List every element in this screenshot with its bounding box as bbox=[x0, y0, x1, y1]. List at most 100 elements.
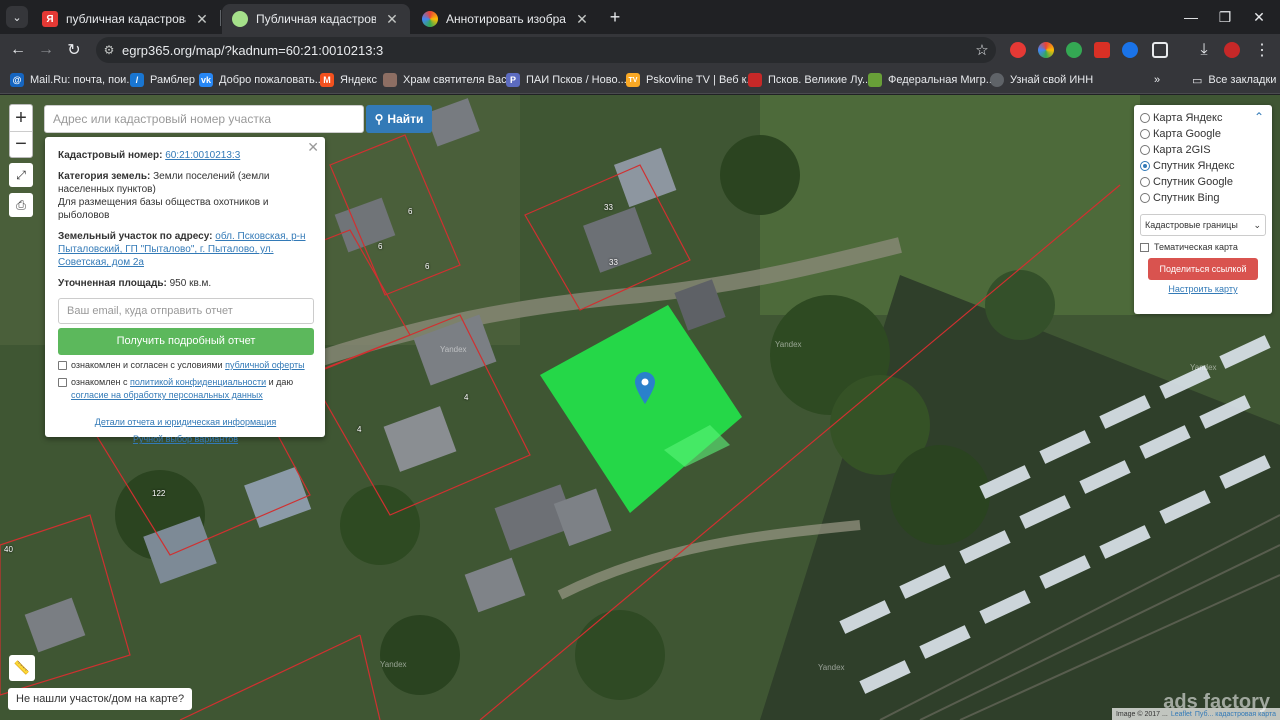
bookmark-item[interactable]: Псков. Великие Лу... bbox=[748, 72, 871, 88]
all-bookmarks[interactable]: ▭ Все закладки bbox=[1192, 72, 1276, 88]
manual-selection-link[interactable]: Ручной выбор вариантов bbox=[133, 434, 238, 444]
tab-1[interactable]: Я публичная кадастровая карта ✕ bbox=[32, 4, 220, 34]
download-icon[interactable]: ⤓ bbox=[1192, 38, 1216, 62]
radio-button[interactable] bbox=[1140, 129, 1150, 139]
bookmark-item[interactable]: P ПАИ Псков / Ново... bbox=[506, 72, 627, 88]
offer-link[interactable]: публичной оферты bbox=[225, 360, 305, 370]
privacy-policy-link[interactable]: политикой конфиденциальности bbox=[130, 377, 266, 387]
address-label: Земельный участок по адресу: bbox=[58, 231, 213, 242]
extension-green-icon[interactable] bbox=[1066, 42, 1082, 58]
forward-arrow-icon[interactable]: → bbox=[34, 38, 58, 62]
bookmark-item[interactable]: @ Mail.Ru: почта, пои... bbox=[10, 72, 136, 88]
cadastral-number-link[interactable]: 60:21:0010213:3 bbox=[165, 150, 240, 161]
layer-option[interactable]: Спутник Яндекс bbox=[1140, 158, 1266, 174]
not-found-button[interactable]: Не нашли участок/дом на карте? bbox=[8, 688, 193, 710]
configure-map-link[interactable]: Настроить карту bbox=[1140, 284, 1266, 294]
bookmark-item[interactable]: M Яндекс bbox=[320, 72, 377, 88]
back-arrow-icon[interactable]: ← bbox=[6, 38, 30, 62]
offer-text: ознакомлен и согласен с условиями bbox=[71, 360, 223, 370]
extension-s-icon[interactable] bbox=[1094, 42, 1110, 58]
search-button[interactable]: ⚲ Найти bbox=[366, 105, 432, 133]
layer-option[interactable]: Карта Google bbox=[1140, 126, 1266, 142]
profile-avatar[interactable] bbox=[1224, 42, 1240, 58]
report-details-link[interactable]: Детали отчета и юридическая информация bbox=[95, 417, 276, 427]
area-label: Уточненная площадь: bbox=[58, 278, 167, 289]
radio-button[interactable] bbox=[1140, 177, 1150, 187]
minimize-icon[interactable]: — bbox=[1176, 6, 1206, 28]
layer-option[interactable]: Карта 2GIS bbox=[1140, 142, 1266, 158]
layer-option-label: Карта 2GIS bbox=[1153, 144, 1211, 156]
layer-option[interactable]: Карта Яндекс bbox=[1140, 110, 1266, 126]
search-input[interactable] bbox=[44, 105, 364, 133]
close-tab-icon[interactable]: ✕ bbox=[384, 11, 400, 28]
extension-c-icon[interactable] bbox=[1122, 42, 1138, 58]
rambler-icon: / bbox=[130, 73, 144, 87]
offer-checkbox[interactable] bbox=[58, 361, 67, 370]
fullscreen-icon[interactable]: ⤢ bbox=[9, 163, 33, 187]
bookmark-item[interactable]: Узнай свой ИНН bbox=[990, 72, 1093, 88]
pskov-icon bbox=[748, 73, 762, 87]
tab-3[interactable]: Аннотировать изображение ✕ bbox=[412, 4, 600, 34]
close-tab-icon[interactable]: ✕ bbox=[194, 11, 210, 28]
folder-icon: ▭ bbox=[1192, 74, 1203, 87]
leaflet-link[interactable]: Leaflet bbox=[1171, 711, 1192, 718]
attribution-link[interactable]: Пуб... кадастровая карта bbox=[1195, 711, 1276, 718]
new-tab-button[interactable]: + bbox=[604, 6, 626, 28]
consent-link[interactable]: согласие на обработку персональных данны… bbox=[71, 390, 263, 400]
privacy-checkbox[interactable] bbox=[58, 378, 67, 387]
layer-option-label: Карта Яндекс bbox=[1153, 112, 1223, 124]
get-report-button[interactable]: Получить подробный отчет bbox=[58, 328, 314, 355]
bookmark-star-icon[interactable]: ☆ bbox=[968, 41, 996, 59]
bookmark-label: Узнай свой ИНН bbox=[1010, 74, 1094, 86]
extension-red-icon[interactable] bbox=[1010, 42, 1026, 58]
extensions-puzzle-icon[interactable] bbox=[1152, 42, 1168, 58]
bookmark-item[interactable]: / Рамблер bbox=[130, 72, 195, 88]
email-field[interactable] bbox=[58, 298, 314, 324]
parcel-number-label: 40 bbox=[4, 545, 13, 554]
bookmark-item[interactable]: Федеральная Мигр... bbox=[868, 72, 995, 88]
layers-panel: ⌃ Карта Яндекс Карта Google Карта 2GIS С… bbox=[1134, 105, 1272, 314]
menu-kebab-icon[interactable]: ⋮ bbox=[1250, 38, 1274, 62]
bookmark-item[interactable]: Храм святителя Вас... bbox=[383, 72, 516, 88]
search-icon: ⚲ bbox=[374, 112, 384, 126]
address-bar[interactable]: ⚙ egrp365.org/map/?kadnum=60:21:0010213:… bbox=[96, 37, 996, 63]
tab-divider bbox=[220, 10, 221, 26]
map-viewport[interactable]: 33 33 6 6 6 4 4 122 40 Yandex Yandex Yan… bbox=[0, 95, 1280, 720]
layer-option[interactable]: Спутник Google bbox=[1140, 174, 1266, 190]
bookmark-item[interactable]: TV Pskovline TV | Веб к... bbox=[626, 72, 756, 88]
yandex-tile-label: Yandex bbox=[775, 340, 802, 349]
radio-button[interactable] bbox=[1140, 113, 1150, 123]
yandex-tile-label: Yandex bbox=[1190, 363, 1217, 372]
ruler-icon[interactable]: 📏 bbox=[9, 655, 35, 681]
zoom-in-button[interactable]: + bbox=[10, 105, 32, 131]
tab-2[interactable]: Публичная кадастровая карта ✕ bbox=[222, 4, 410, 34]
site-info-icon[interactable]: ⚙ bbox=[96, 43, 122, 57]
map-attribution: Image © 2017 ... Leaflet Пуб... кадастро… bbox=[1111, 708, 1280, 720]
thematic-map-row[interactable]: Тематическая карта bbox=[1140, 242, 1266, 252]
layer-option-label: Спутник Яндекс bbox=[1153, 160, 1235, 172]
overlay-select[interactable]: Кадастровые границы ⌄ bbox=[1140, 214, 1266, 236]
cadastral-number-label: Кадастровый номер: bbox=[58, 150, 163, 161]
location-pin-icon[interactable] bbox=[635, 372, 655, 404]
radio-button-selected[interactable] bbox=[1140, 161, 1150, 171]
reload-icon[interactable]: ↻ bbox=[62, 38, 86, 62]
tab-search-button[interactable]: ⌄ bbox=[6, 6, 28, 28]
extension-color-icon[interactable] bbox=[1038, 42, 1054, 58]
restore-icon[interactable]: ❐ bbox=[1210, 6, 1240, 28]
annotate-favicon-icon bbox=[422, 11, 438, 27]
bookmark-item[interactable]: vk Добро пожаловать... bbox=[199, 72, 324, 88]
thematic-checkbox[interactable] bbox=[1140, 242, 1149, 252]
parcel-number-label: 6 bbox=[378, 242, 383, 251]
zoom-out-button[interactable]: − bbox=[10, 131, 32, 157]
more-bookmarks-icon[interactable]: » bbox=[1154, 72, 1160, 88]
radio-button[interactable] bbox=[1140, 145, 1150, 155]
chevron-up-icon[interactable]: ⌃ bbox=[1254, 110, 1264, 124]
close-window-icon[interactable]: ✕ bbox=[1244, 6, 1274, 28]
radio-button[interactable] bbox=[1140, 193, 1150, 203]
layer-option[interactable]: Спутник Bing bbox=[1140, 190, 1266, 206]
print-icon[interactable]: ⎙ bbox=[9, 193, 33, 217]
site-favicon-icon bbox=[232, 11, 248, 27]
close-icon[interactable]: ✕ bbox=[307, 140, 319, 154]
share-link-button[interactable]: Поделиться ссылкой bbox=[1148, 258, 1258, 280]
close-tab-icon[interactable]: ✕ bbox=[574, 11, 590, 28]
